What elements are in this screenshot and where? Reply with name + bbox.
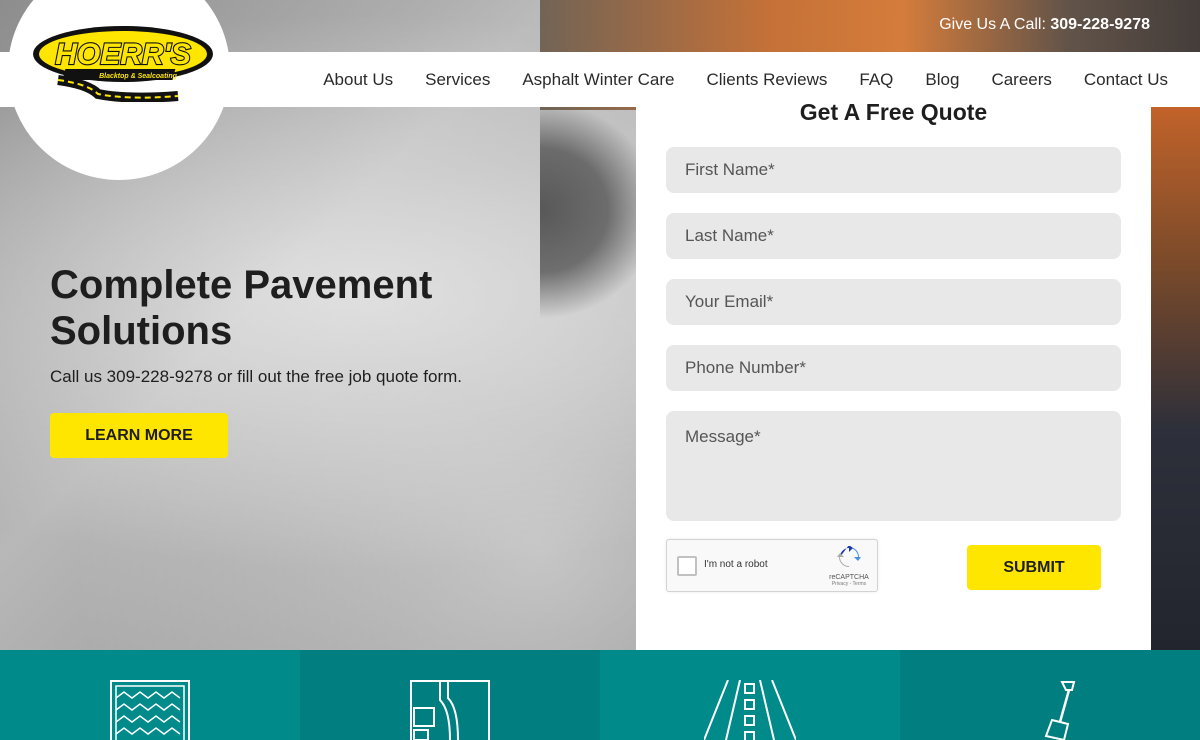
shovel-icon <box>1044 681 1076 740</box>
service-snow-removal[interactable] <box>900 650 1200 740</box>
email-field[interactable]: Your Email* <box>666 279 1121 325</box>
pavers-icon <box>110 680 190 740</box>
recaptcha-icon <box>837 545 861 567</box>
recaptcha-widget: I'm not a robot reCAPTCHA Privacy - Term… <box>666 539 878 592</box>
hero-title: Complete Pavement Solutions <box>50 263 433 353</box>
nav-item-blog[interactable]: Blog <box>925 70 959 90</box>
submit-button[interactable]: SUBMIT <box>967 545 1101 590</box>
svg-text:Blacktop & Sealcoating: Blacktop & Sealcoating <box>99 73 178 80</box>
recaptcha-brand: reCAPTCHA <box>829 574 869 581</box>
nav-item-careers[interactable]: Careers <box>991 70 1051 90</box>
phone-field[interactable]: Phone Number* <box>666 345 1121 391</box>
services-band <box>0 650 1200 740</box>
nav-item-asphalt-winter-care[interactable]: Asphalt Winter Care <box>522 70 674 90</box>
phone-link[interactable]: 309-228-9278 <box>1050 16 1150 33</box>
recaptcha-logo: reCAPTCHA Privacy - Terms <box>829 545 869 587</box>
svg-text:HOERR'S: HOERR'S <box>55 38 190 71</box>
service-parking-lot[interactable] <box>300 650 600 740</box>
nav-item-clients-reviews[interactable]: Clients Reviews <box>706 70 827 90</box>
recaptcha-label: I'm not a robot <box>704 559 768 570</box>
service-road[interactable] <box>600 650 900 740</box>
recaptcha-checkbox[interactable] <box>677 556 697 576</box>
nav-item-contact-us[interactable]: Contact Us <box>1084 70 1168 90</box>
road-icon <box>704 680 796 740</box>
last-name-field[interactable]: Last Name* <box>666 213 1121 259</box>
call-bar: Give Us A Call: 309-228-9278 <box>939 16 1150 34</box>
hoerrs-logo-icon: HOERR'S Blacktop & Sealcoating <box>33 26 213 102</box>
nav-item-faq[interactable]: FAQ <box>859 70 893 90</box>
call-prefix: Give Us A Call: <box>939 16 1046 33</box>
parking-lot-icon <box>410 680 490 740</box>
form-title: Get A Free Quote <box>799 99 988 125</box>
nav-item-about-us[interactable]: About Us <box>323 70 393 90</box>
service-pavers[interactable] <box>0 650 300 740</box>
quote-form: Get A Free Quote First Name* Last Name* … <box>636 99 1151 650</box>
message-field[interactable]: Message* <box>666 411 1121 521</box>
recaptcha-terms[interactable]: Privacy - Terms <box>829 581 869 587</box>
nav-item-services[interactable]: Services <box>425 70 490 90</box>
hero-subtitle: Call us 309-228-9278 or fill out the fre… <box>50 367 463 386</box>
first-name-field[interactable]: First Name* <box>666 147 1121 193</box>
learn-more-button[interactable]: LEARN MORE <box>50 413 228 458</box>
